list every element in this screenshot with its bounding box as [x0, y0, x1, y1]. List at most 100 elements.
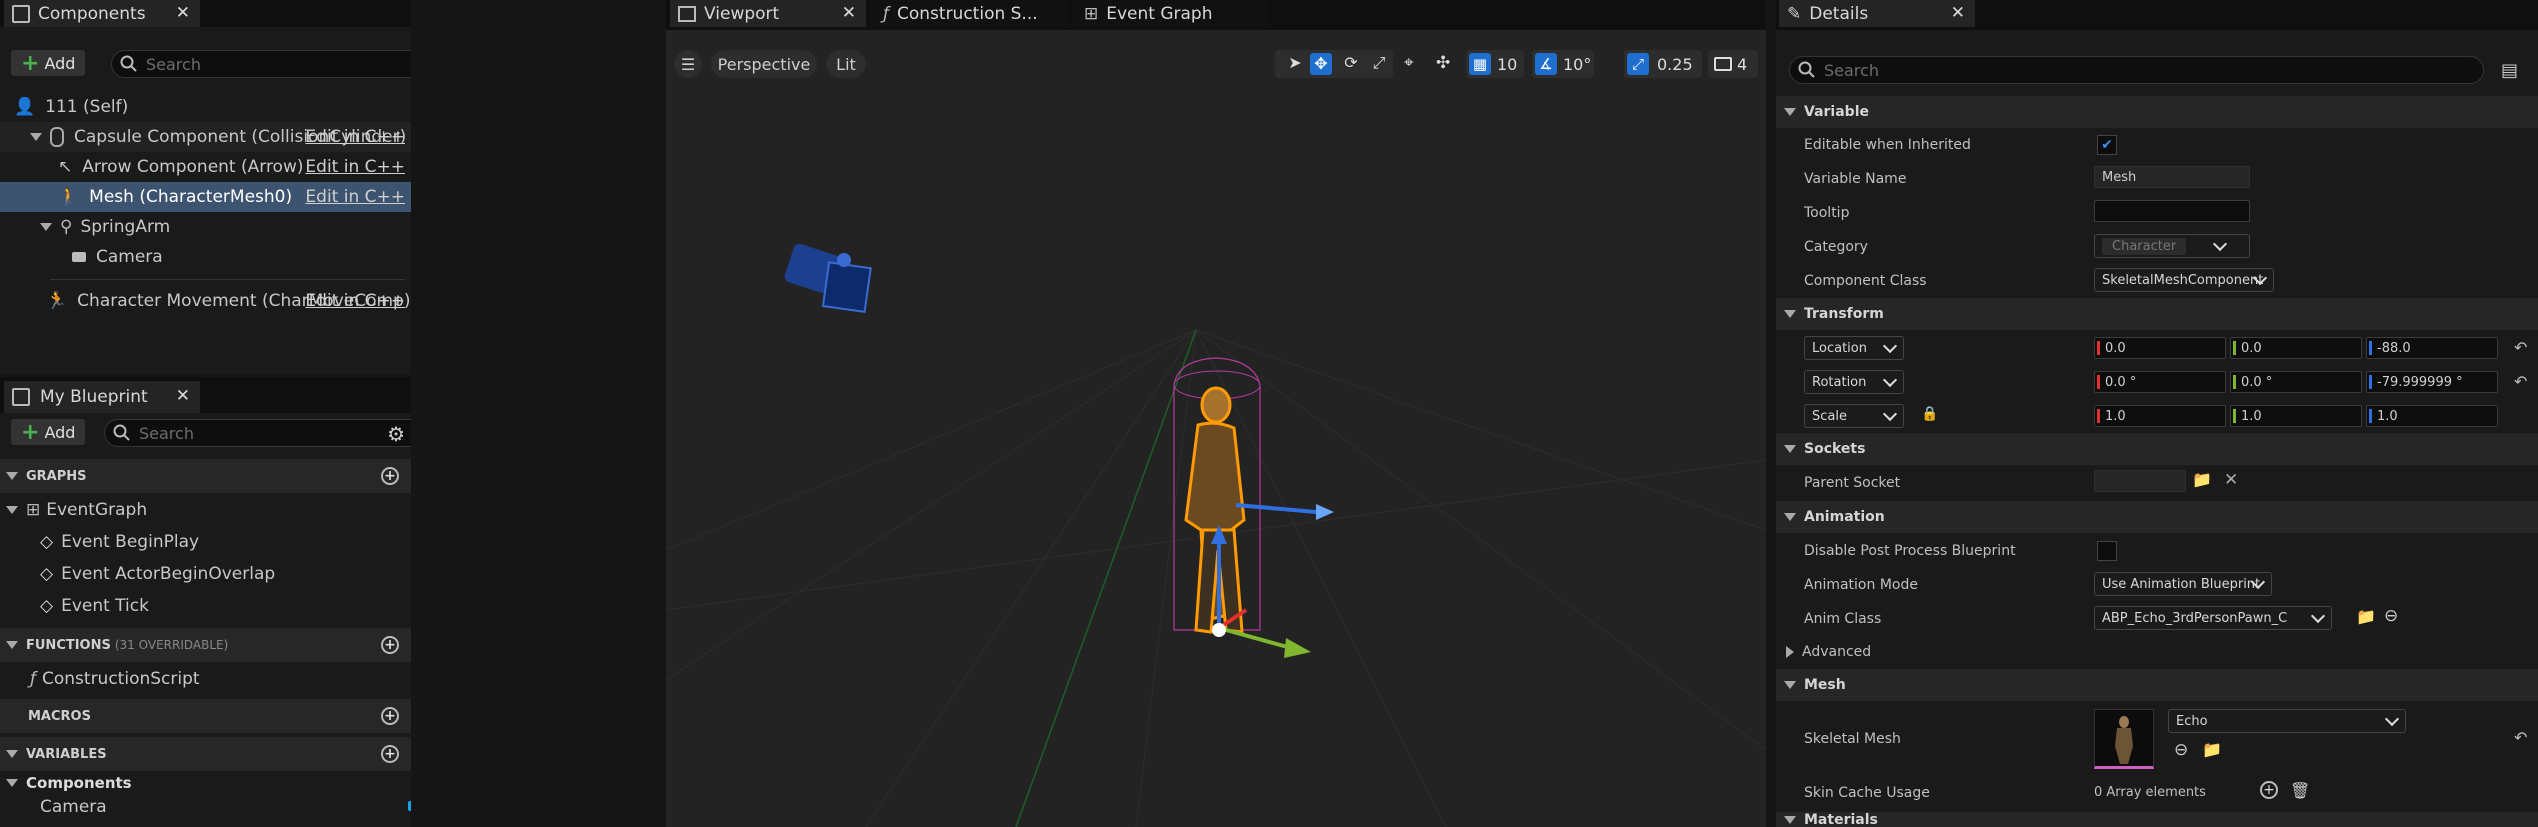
lock-icon[interactable]: 🔒: [1921, 406, 1938, 422]
skeletal-mesh-thumbnail[interactable]: [2094, 709, 2154, 769]
event-row[interactable]: ◇ Event Tick: [0, 591, 411, 621]
event-row[interactable]: ◇ Event ActorBeginOverlap: [0, 559, 411, 589]
component-row-self[interactable]: 👤 111 (Self): [0, 92, 411, 122]
edit-in-cpp-link[interactable]: Edit in C++: [305, 187, 405, 207]
tab-event-graph[interactable]: ⊞ Event Graph: [1072, 0, 1268, 27]
surface-snap-icon[interactable]: ✣: [1436, 53, 1450, 73]
viewport-scene[interactable]: [666, 30, 1766, 827]
expand-icon[interactable]: [40, 223, 52, 231]
sockets-section[interactable]: Sockets: [1776, 433, 2538, 465]
tab-details[interactable]: ✎ Details ✕: [1779, 0, 1975, 27]
use-selected-icon[interactable]: ⊖: [2384, 606, 2398, 626]
component-row-charmove[interactable]: 🏃 Character Movement (CharMoveComp) Edit…: [0, 286, 411, 316]
scale-snap-toggle[interactable]: ⤢ 0.25: [1624, 50, 1702, 78]
add-blueprint-item-button[interactable]: + Add: [11, 419, 86, 445]
macros-section[interactable]: MACROS +: [0, 699, 411, 733]
location-z-field[interactable]: -88.0: [2366, 337, 2498, 359]
reset-arrow-icon[interactable]: ↶: [2514, 730, 2528, 746]
clear-x-icon[interactable]: ✕: [2224, 470, 2238, 490]
tab-my-blueprint[interactable]: My Blueprint ✕: [4, 381, 200, 413]
edit-in-cpp-link[interactable]: Edit in C++: [305, 127, 405, 147]
details-search-input[interactable]: Search: [1789, 56, 2484, 84]
location-y-field[interactable]: 0.0: [2230, 337, 2362, 359]
variable-name-field[interactable]: Mesh: [2094, 166, 2250, 188]
reset-arrow-icon[interactable]: ↶: [2514, 340, 2528, 356]
lit-button[interactable]: Lit: [826, 50, 866, 78]
skeletal-mesh-dropdown[interactable]: Echo: [2168, 709, 2406, 733]
scale-z-field[interactable]: 1.0: [2366, 405, 2498, 427]
close-icon[interactable]: ✕: [842, 3, 856, 23]
variables-section[interactable]: VARIABLES +: [0, 737, 411, 771]
category-dropdown[interactable]: Character: [2094, 234, 2250, 258]
rotation-x-field[interactable]: 0.0 °: [2094, 371, 2226, 393]
components-search-input[interactable]: Search: [111, 50, 411, 78]
expand-icon[interactable]: [6, 779, 18, 787]
property-matrix-icon[interactable]: ▤: [2501, 60, 2518, 81]
component-row-arrow[interactable]: ↖ Arrow Component (Arrow) Edit in C++: [0, 152, 411, 182]
gear-icon[interactable]: ⚙: [387, 422, 405, 446]
component-row-camera[interactable]: Camera: [0, 242, 411, 272]
close-icon[interactable]: ✕: [176, 3, 190, 23]
materials-section[interactable]: Materials: [1776, 812, 2538, 827]
rotate-mode-icon[interactable]: ⟳: [1340, 53, 1362, 75]
perspective-button[interactable]: Perspective: [711, 50, 817, 78]
add-graph-icon[interactable]: +: [381, 467, 399, 485]
event-graph-row[interactable]: ⊞ EventGraph: [0, 495, 411, 525]
component-row-springarm[interactable]: ⚲ SpringArm: [0, 212, 411, 242]
animation-mode-dropdown[interactable]: Use Animation Blueprint: [2094, 572, 2272, 596]
advanced-row[interactable]: Advanced: [1776, 640, 1871, 664]
event-row[interactable]: ◇ Event BeginPlay: [0, 527, 411, 557]
expand-icon[interactable]: [6, 506, 18, 514]
edit-in-cpp-link[interactable]: Edit in C++: [305, 157, 405, 177]
trash-icon[interactable]: 🗑: [2290, 781, 2310, 800]
tooltip-field[interactable]: [2094, 200, 2250, 222]
rotation-y-field[interactable]: 0.0 °: [2230, 371, 2362, 393]
browse-asset-icon[interactable]: 📁: [2202, 740, 2222, 759]
component-class-dropdown[interactable]: SkeletalMeshComponent: [2094, 268, 2274, 292]
component-row-mesh[interactable]: 🚶 Mesh (CharacterMesh0) Edit in C++: [0, 182, 411, 212]
camera-speed-button[interactable]: 4: [1708, 50, 1758, 78]
add-function-icon[interactable]: +: [381, 636, 399, 654]
animation-section[interactable]: Animation: [1776, 501, 2538, 533]
tab-construction-script[interactable]: ƒ Construction S...: [871, 0, 1067, 27]
editable-checkbox[interactable]: ✔: [2097, 135, 2117, 155]
reset-arrow-icon[interactable]: ↶: [2514, 374, 2528, 390]
close-icon[interactable]: ✕: [1951, 3, 1965, 23]
rotation-z-field[interactable]: -79.999999 °: [2366, 371, 2498, 393]
select-mode-icon[interactable]: ➤: [1284, 53, 1306, 75]
close-icon[interactable]: ✕: [176, 386, 190, 406]
scale-mode-icon[interactable]: ⤢: [1368, 53, 1390, 75]
add-macro-icon[interactable]: +: [381, 707, 399, 725]
parent-socket-field[interactable]: [2094, 470, 2186, 492]
rotation-dropdown[interactable]: Rotation: [1804, 370, 1904, 394]
expand-icon[interactable]: [30, 133, 42, 141]
variable-section[interactable]: Variable: [1776, 96, 2538, 128]
scale-x-field[interactable]: 1.0: [2094, 405, 2226, 427]
scale-dropdown[interactable]: Scale: [1804, 404, 1904, 428]
components-group-row[interactable]: Components: [0, 771, 411, 795]
add-component-button[interactable]: + Add: [11, 50, 86, 76]
disable-postprocess-checkbox[interactable]: [2097, 541, 2117, 561]
component-row-capsule[interactable]: Capsule Component (CollisionCylinder) Ed…: [0, 122, 411, 152]
location-dropdown[interactable]: Location: [1804, 336, 1904, 360]
angle-snap-toggle[interactable]: ∡ 10°: [1532, 50, 1594, 78]
tab-viewport[interactable]: Viewport ✕: [670, 0, 866, 27]
variable-row-camera[interactable]: Camera: [0, 795, 411, 819]
functions-section[interactable]: FUNCTIONS (31 OVERRIDABLE) +: [0, 628, 411, 662]
edit-in-cpp-link[interactable]: Edit in C++: [305, 291, 405, 311]
transform-section[interactable]: Transform: [1776, 298, 2538, 330]
browse-asset-icon[interactable]: 📁: [2356, 607, 2376, 626]
world-space-icon[interactable]: ⌖: [1404, 53, 1414, 73]
add-variable-icon[interactable]: +: [381, 745, 399, 763]
grid-snap-toggle[interactable]: ▦ 10: [1466, 50, 1524, 78]
use-selected-icon[interactable]: ⊖: [2174, 740, 2188, 760]
scale-y-field[interactable]: 1.0: [2230, 405, 2362, 427]
viewport-menu-button[interactable]: ☰: [674, 50, 702, 78]
browse-folder-icon[interactable]: 📁: [2192, 470, 2212, 489]
graphs-section[interactable]: GRAPHS +: [0, 459, 411, 493]
location-x-field[interactable]: 0.0: [2094, 337, 2226, 359]
blueprint-search-input[interactable]: Search: [104, 419, 411, 447]
mesh-section[interactable]: Mesh: [1776, 669, 2538, 701]
anim-class-dropdown[interactable]: ABP_Echo_3rdPersonPawn_C: [2094, 606, 2332, 630]
construction-script-row[interactable]: ƒ ConstructionScript: [0, 664, 411, 694]
